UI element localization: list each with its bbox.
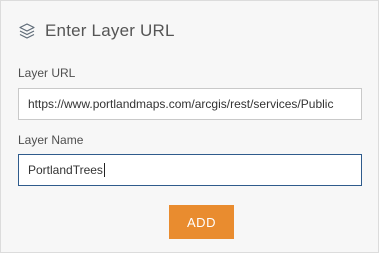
layer-name-value: PortlandTrees: [28, 163, 103, 177]
add-layer-panel: Enter Layer URL Layer URL https://www.po…: [0, 0, 379, 253]
layer-url-value: https://www.portlandmaps.com/arcgis/rest…: [28, 97, 334, 111]
layer-url-input[interactable]: https://www.portlandmaps.com/arcgis/rest…: [18, 88, 362, 120]
layers-icon: [18, 22, 36, 40]
layer-url-label: Layer URL: [18, 66, 76, 80]
layer-name-input[interactable]: PortlandTrees: [18, 154, 362, 186]
panel-header: Enter Layer URL: [18, 20, 175, 42]
text-caret: [103, 163, 105, 177]
panel-title: Enter Layer URL: [45, 21, 175, 40]
add-button[interactable]: ADD: [169, 205, 234, 239]
layer-name-label: Layer Name: [18, 133, 84, 147]
